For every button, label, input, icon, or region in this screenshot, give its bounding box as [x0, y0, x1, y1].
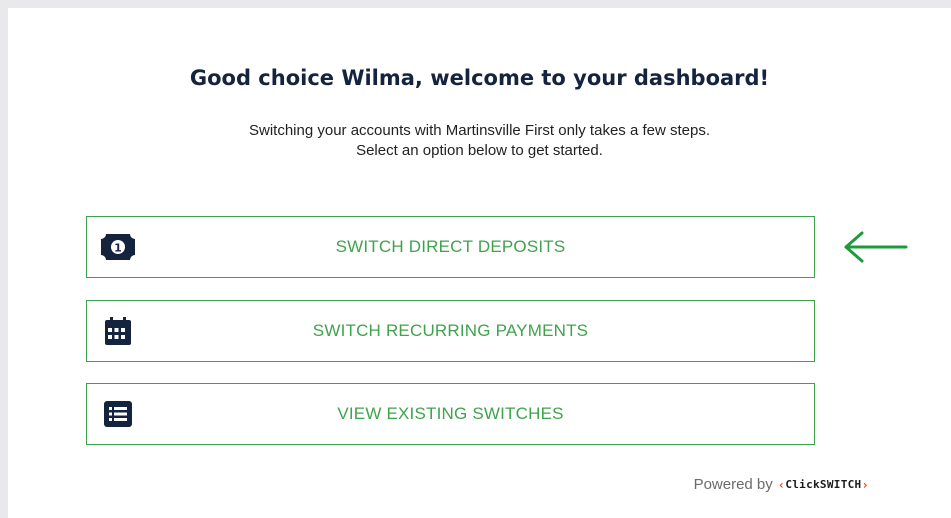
option-label: SWITCH RECURRING PAYMENTS [312, 321, 589, 340]
dashboard-panel: Good choice Wilma, welcome to your dashb… [8, 8, 951, 518]
switch-direct-deposits-button[interactable]: 1 SWITCH DIRECT DEPOSITS [86, 216, 815, 278]
switch-recurring-payments-button[interactable]: SWITCH RECURRING PAYMENTS [86, 300, 815, 362]
view-existing-switches-button[interactable]: VIEW EXISTING SWITCHES [86, 383, 815, 445]
subtitle-line-2: Select an option below to get started. [356, 142, 603, 159]
option-label: SWITCH DIRECT DEPOSITS [335, 237, 566, 256]
brand-name: ClickSWITCH [785, 478, 862, 491]
page-subtitle: Switching your accounts with Martinsvill… [8, 121, 951, 161]
powered-by: Powered by ‹ ClickSWITCH › [694, 476, 869, 493]
brand-chevron-right: › [861, 477, 869, 492]
page-title: Good choice Wilma, welcome to your dashb… [189, 66, 770, 90]
clickswitch-logo: ‹ ClickSWITCH › [778, 478, 869, 492]
subtitle-line-1: Switching your accounts with Martinsvill… [248, 122, 710, 139]
option-label: VIEW EXISTING SWITCHES [337, 404, 564, 423]
brand-chevron-left: ‹ [777, 477, 786, 492]
powered-by-label: Powered by [693, 476, 773, 493]
left-arrow-icon [840, 230, 910, 264]
